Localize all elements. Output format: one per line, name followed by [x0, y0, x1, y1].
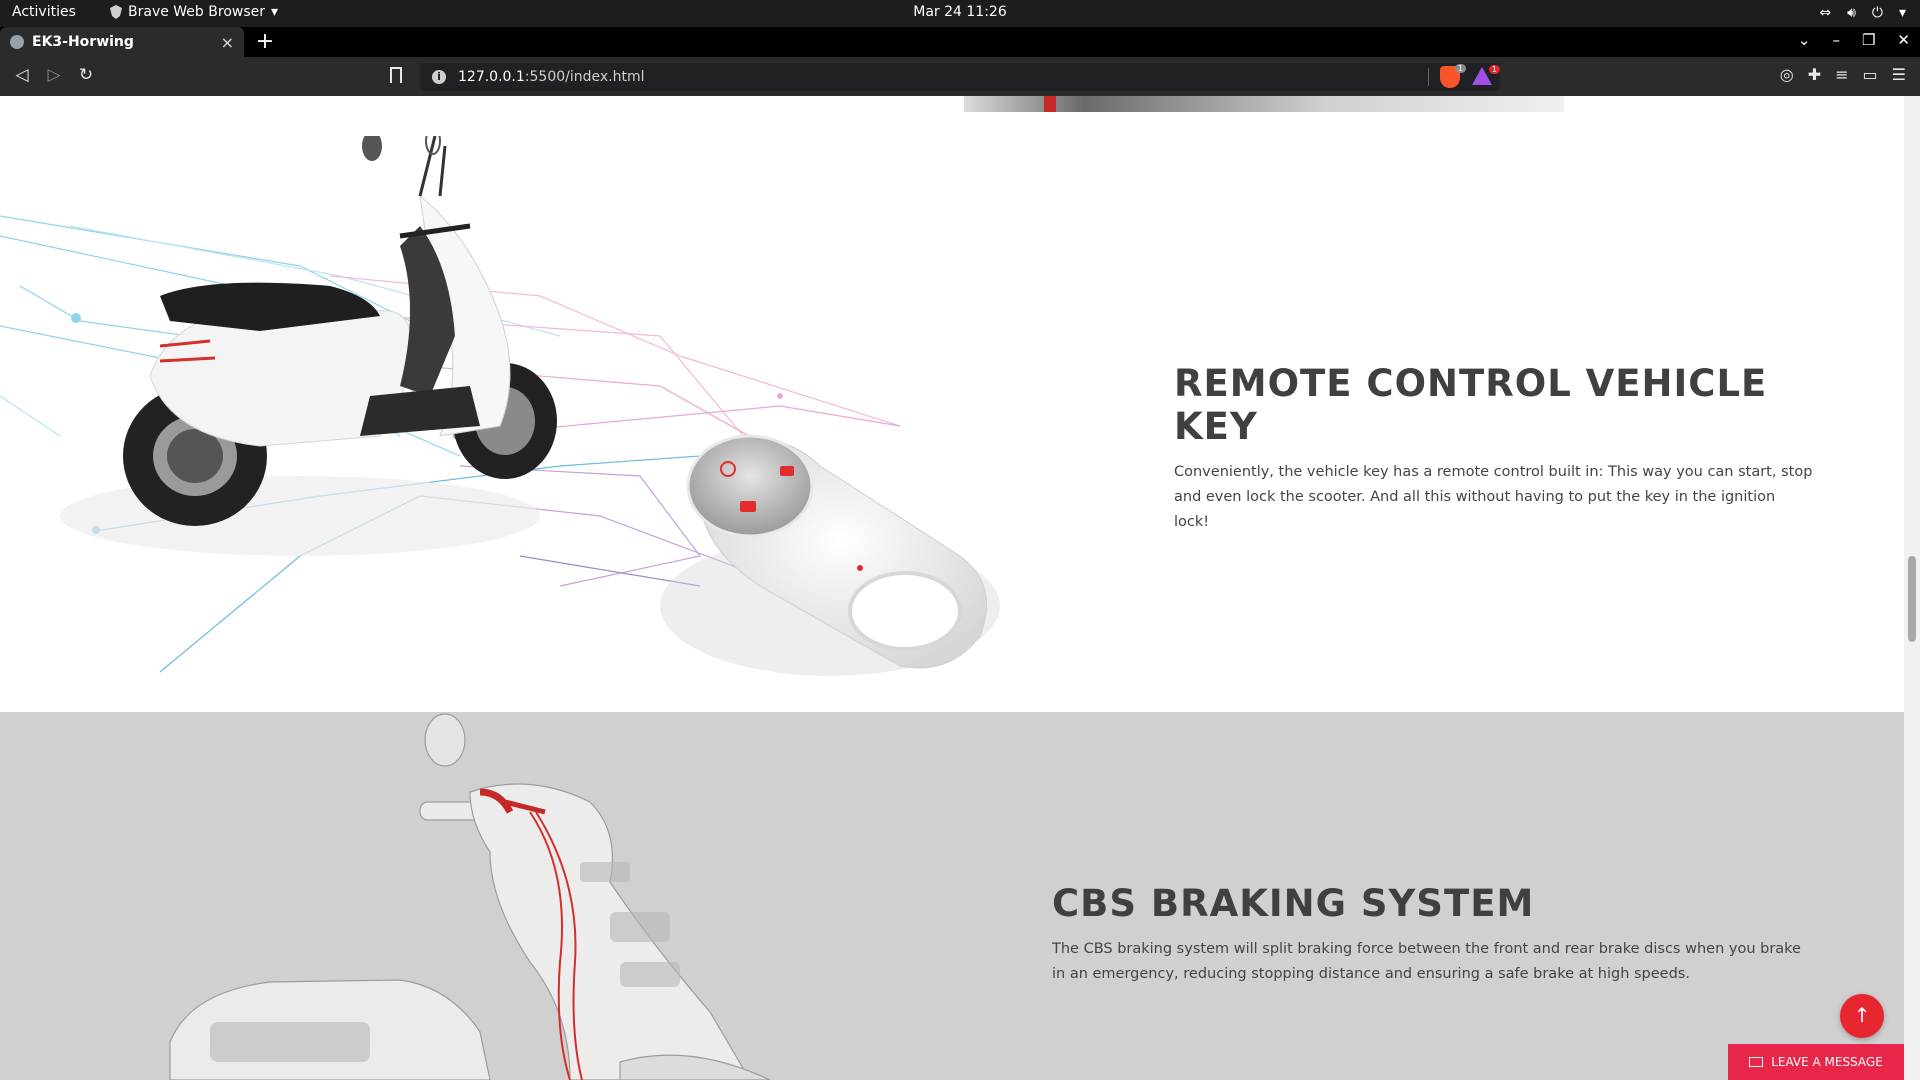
address-bar[interactable]: i 127.0.0.1:5500/index.html 1 1	[420, 63, 1500, 91]
leave-message-label: LEAVE A MESSAGE	[1771, 1055, 1883, 1069]
vpn-icon[interactable]: ◎	[1780, 65, 1794, 84]
system-tray[interactable]: ⇔ 🔊︎ ⏻ ▾	[1819, 5, 1906, 21]
site-info-icon[interactable]: i	[432, 70, 446, 84]
feature-description: Conveniently, the vehicle key has a remo…	[1174, 464, 1813, 530]
close-window-icon[interactable]: ✕	[1897, 31, 1910, 49]
toolbar-right: ◎ ✚ ≡ ▭ ☰	[1780, 65, 1906, 84]
page-viewport: REMOTE CONTROL VEHICLE KEY Conveniently,…	[0, 96, 1904, 1080]
feature-cbs-braking: CBS BRAKING SYSTEM The CBS braking syste…	[1052, 882, 1812, 987]
rewards-count: 1	[1488, 65, 1500, 74]
feature-title: CBS BRAKING SYSTEM	[1052, 882, 1535, 925]
volume-icon: 🔊︎	[1847, 5, 1856, 21]
extensions-icon[interactable]: ✚	[1808, 65, 1821, 84]
leave-message-button[interactable]: LEAVE A MESSAGE	[1728, 1044, 1904, 1080]
feature-section-cbs-braking: CBS BRAKING SYSTEM The CBS braking syste…	[0, 712, 1904, 1080]
previous-section-image	[964, 96, 1564, 112]
transparent-scooter-braking-image	[169, 713, 771, 1080]
brave-shields-icon[interactable]: 1	[1440, 64, 1466, 88]
app-menu[interactable]: Brave Web Browser ▾	[110, 4, 278, 20]
feature-section-remote-key: REMOTE CONTROL VEHICLE KEY Conveniently,…	[0, 96, 1904, 712]
forward-icon[interactable]: ▷	[42, 65, 66, 85]
scrollbar-thumb[interactable]	[1908, 556, 1916, 642]
shield-count: 1	[1454, 64, 1466, 73]
clock[interactable]: Mar 24 11:26	[913, 4, 1006, 20]
feature-description: The CBS braking system will split brakin…	[1052, 941, 1801, 982]
window-controls: ⌄ – ❐ ✕	[1798, 31, 1910, 49]
tab-active[interactable]: EK3-Horwing ×	[0, 27, 244, 57]
chevron-down-icon: ▾	[271, 4, 279, 20]
system-top-bar: Activities Brave Web Browser ▾ Mar 24 11…	[0, 0, 1920, 27]
new-tab-button[interactable]: +	[254, 29, 276, 54]
globe-icon	[10, 35, 24, 49]
power-icon: ⏻	[1871, 5, 1883, 21]
envelope-icon	[1749, 1057, 1764, 1067]
feature-title: REMOTE CONTROL VEHICLE KEY	[1174, 362, 1768, 448]
chevron-down-icon: ▾	[1898, 5, 1906, 21]
tab-search-icon[interactable]: ⌄	[1798, 31, 1811, 49]
scooter-remote-key-image	[0, 136, 1000, 676]
menu-icon[interactable]: ☰	[1892, 65, 1906, 84]
close-icon[interactable]: ×	[221, 33, 234, 52]
back-to-top-button[interactable]: ↑	[1840, 994, 1884, 1038]
maximize-icon[interactable]: ❐	[1862, 31, 1875, 49]
brave-rewards-icon[interactable]: 1	[1472, 65, 1500, 85]
url-path: :5500/index.html	[524, 69, 645, 85]
activities-button[interactable]: Activities	[12, 4, 76, 20]
minimize-icon[interactable]: –	[1832, 31, 1840, 49]
bookmark-icon[interactable]	[390, 67, 402, 83]
reload-icon[interactable]: ↻	[74, 65, 98, 85]
wallet-icon[interactable]: ▭	[1863, 65, 1878, 84]
back-icon[interactable]: ◁	[10, 65, 34, 85]
tab-title: EK3-Horwing	[32, 34, 134, 50]
playlist-icon[interactable]: ≡	[1835, 65, 1848, 84]
network-icon: ⇔	[1819, 5, 1832, 21]
brave-app-icon	[110, 5, 122, 19]
page-scrollbar[interactable]	[1904, 96, 1920, 1080]
feature-remote-key: REMOTE CONTROL VEHICLE KEY Conveniently,…	[1174, 362, 1814, 535]
app-menu-label: Brave Web Browser	[128, 4, 265, 20]
tab-strip: EK3-Horwing × + ⌄ – ❐ ✕	[0, 27, 1920, 57]
divider	[1428, 68, 1429, 86]
url-host: 127.0.0.1	[458, 69, 525, 85]
browser-toolbar: ◁ ▷ ↻ i 127.0.0.1:5500/index.html 1 1 ◎ …	[0, 57, 1920, 96]
